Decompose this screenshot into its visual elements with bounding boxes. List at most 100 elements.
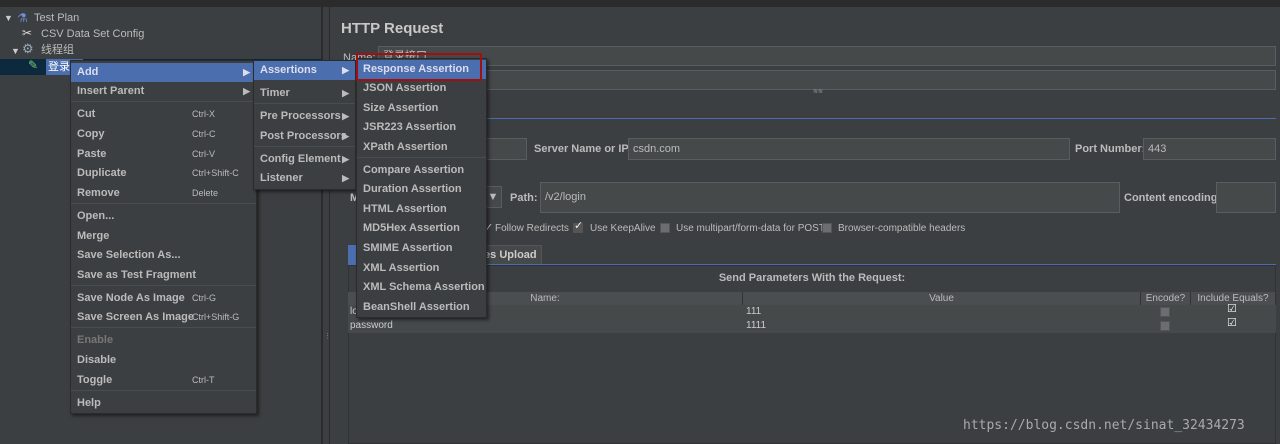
menu-item-help[interactable]: Help [71, 394, 256, 413]
watermark: https://blog.csdn.net/sinat_32434273 [963, 418, 1245, 433]
menu-item-copy[interactable]: Copy Ctrl-C [71, 125, 256, 144]
menu-item-label: Cut [77, 108, 96, 120]
menu-item-config-element[interactable]: Config Element ▶ [254, 150, 355, 169]
menu-item-compare-assertion[interactable]: Compare Assertion [357, 161, 486, 180]
menu-item-md5hex-assertion[interactable]: MD5Hex Assertion [357, 219, 486, 238]
menu-item-label: Paste [77, 148, 107, 160]
menu-item-duration-assertion[interactable]: Duration Assertion [357, 180, 486, 199]
gear-icon: ⚙ [22, 41, 34, 56]
submenu-arrow-icon: ▶ [342, 111, 349, 121]
menu-separator [71, 203, 256, 204]
menu-item-save-node-as-image[interactable]: Save Node As Image Ctrl-G [71, 289, 256, 308]
menu-item-timer[interactable]: Timer ▶ [254, 84, 355, 103]
toolbar [0, 0, 1280, 7]
menu-item-merge[interactable]: Merge [71, 227, 256, 246]
menu-item-label: Pre Processors [260, 110, 341, 122]
menu-item-xpath-assertion[interactable]: XPath Assertion [357, 138, 486, 157]
menu-separator [254, 146, 355, 147]
menu-item-beanshell-assertion[interactable]: BeanShell Assertion [357, 298, 486, 317]
menu-item-add[interactable]: Add ▶ [71, 63, 256, 82]
menu-item-jsr223-assertion[interactable]: JSR223 Assertion [357, 118, 486, 137]
assertions-submenu: Response Assertion JSON Assertion Size Ass… [356, 58, 487, 318]
port-input[interactable]: 443 [1143, 138, 1276, 160]
menu-separator [357, 157, 486, 158]
param-name[interactable]: password [350, 319, 393, 333]
menu-item-label: Timer [260, 87, 290, 99]
menu-item-paste[interactable]: Paste Ctrl-V [71, 145, 256, 164]
expand-arrow-icon[interactable]: ▼ [4, 13, 13, 23]
menu-item-label: SMIME Assertion [363, 242, 453, 254]
submenu-arrow-icon: ▶ [342, 154, 349, 164]
checkbox-multipart[interactable] [660, 223, 670, 233]
menu-item-label: XML Schema Assertion [363, 281, 485, 293]
menu-item-cut[interactable]: Cut Ctrl-X [71, 105, 256, 124]
checkbox-browser-headers[interactable] [822, 223, 832, 233]
shortcut-label: Ctrl-G [192, 293, 216, 303]
submenu-arrow-icon: ▶ [342, 88, 349, 98]
column-encode[interactable]: Encode? [1141, 292, 1191, 305]
menu-item-listener[interactable]: Listener ▶ [254, 169, 355, 188]
tree-node-thread-group[interactable]: 线程组 [41, 42, 74, 58]
splitter-grip-icon[interactable]: ≋≋ [813, 88, 823, 95]
menu-item-json-assertion[interactable]: JSON Assertion [357, 79, 486, 98]
add-submenu: Assertions ▶ Timer ▶ Pre Processors ▶ Post Pro… [253, 60, 356, 190]
include-equals-checkbox[interactable]: ☑ [1227, 302, 1237, 315]
params-table-body [348, 305, 1276, 333]
name-input[interactable]: 登录接口 [378, 46, 1276, 66]
menu-item-html-assertion[interactable]: HTML Assertion [357, 200, 486, 219]
tree-node-test-plan[interactable]: Test Plan [34, 10, 79, 26]
menu-item-label: BeanShell Assertion [363, 301, 470, 313]
menu-item-save-selection-as[interactable]: Save Selection As... [71, 246, 256, 265]
menu-item-toggle[interactable]: Toggle Ctrl-T [71, 371, 256, 390]
expand-arrow-icon[interactable]: ▼ [11, 46, 20, 56]
encode-checkbox[interactable] [1160, 307, 1170, 317]
menu-separator [71, 390, 256, 391]
menu-item-insert-parent[interactable]: Insert Parent ▶ [71, 82, 256, 101]
path-label: Path: [510, 192, 538, 204]
menu-item-label: JSON Assertion [363, 82, 447, 94]
checkbox-keepalive[interactable]: ✓ [573, 220, 583, 233]
menu-item-label: Listener [260, 172, 303, 184]
tree-node-csv-config[interactable]: CSV Data Set Config [41, 26, 144, 42]
menu-item-save-screen-as-image[interactable]: Save Screen As Image Ctrl+Shift-G [71, 308, 256, 327]
server-input[interactable]: csdn.com [628, 138, 1070, 160]
menu-item-label: Enable [77, 334, 114, 346]
encode-checkbox[interactable] [1160, 321, 1170, 331]
menu-item-size-assertion[interactable]: Size Assertion [357, 99, 486, 118]
menu-item-label: Duplicate [77, 167, 127, 179]
highlight-box [356, 53, 482, 81]
menu-item-xml-assertion[interactable]: XML Assertion [357, 259, 486, 278]
column-value[interactable]: Value [743, 292, 1141, 305]
param-value[interactable]: 111 [746, 305, 761, 319]
menu-item-smime-assertion[interactable]: SMIME Assertion [357, 239, 486, 258]
menu-item-label: XML Assertion [363, 262, 440, 274]
path-input[interactable]: /v2/login [540, 182, 1120, 213]
menu-item-label: Copy [77, 128, 105, 140]
encoding-input[interactable] [1216, 182, 1276, 213]
menu-item-xml-schema-assertion[interactable]: XML Schema Assertion [357, 278, 486, 297]
menu-item-disable[interactable]: Disable [71, 351, 256, 370]
follow-redirects-label: Follow Redirects [495, 223, 569, 234]
port-label: Port Number: [1075, 143, 1146, 155]
encoding-label: Content encoding: [1124, 192, 1222, 204]
menu-item-label: HTML Assertion [363, 203, 447, 215]
menu-item-open[interactable]: Open... [71, 207, 256, 226]
shortcut-label: Ctrl+Shift-C [192, 168, 239, 178]
menu-item-duplicate[interactable]: Duplicate Ctrl+Shift-C [71, 164, 256, 183]
menu-item-assertions[interactable]: Assertions ▶ [254, 61, 355, 80]
submenu-arrow-icon: ▶ [243, 86, 250, 96]
menu-item-pre-processors[interactable]: Pre Processors ▶ [254, 107, 355, 126]
menu-item-remove[interactable]: Remove Delete [71, 184, 256, 203]
include-equals-checkbox[interactable]: ☑ [1227, 316, 1237, 329]
tab-files-upload[interactable]: les Upload [480, 245, 542, 264]
menu-item-enable[interactable]: Enable [71, 331, 256, 350]
param-value[interactable]: 1111 [746, 319, 766, 333]
menu-item-post-processors[interactable]: Post Processors ▶ [254, 127, 355, 146]
submenu-arrow-icon: ▶ [342, 131, 349, 141]
menu-item-save-as-test-fragment[interactable]: Save as Test Fragment [71, 266, 256, 285]
menu-item-label: Save Selection As... [77, 249, 181, 261]
menu-item-label: Merge [77, 230, 110, 242]
menu-separator [71, 101, 256, 102]
wrench-icon: ✂ [22, 26, 33, 40]
page-title: HTTP Request [341, 20, 444, 37]
